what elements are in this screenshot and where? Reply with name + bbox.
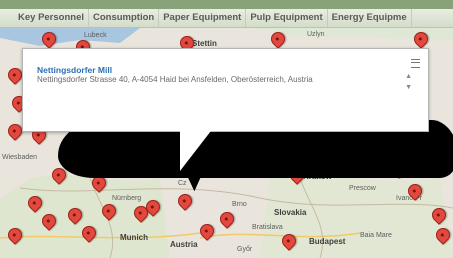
tab-pulp-equipment[interactable]: Pulp Equipment xyxy=(246,9,328,27)
scroll-up-icon[interactable]: ▲ xyxy=(405,73,412,80)
map-label-gyor: Győr xyxy=(237,246,253,253)
info-window-tail xyxy=(180,127,214,171)
map-label-bratislava: Bratislava xyxy=(252,224,283,231)
map-label-slovakia: Slovakia xyxy=(274,208,307,217)
map-label-lubeck: Lubeck xyxy=(84,32,107,39)
map-label-munich: Munich xyxy=(120,233,148,242)
tab-paper-equipment[interactable]: Paper Equipment xyxy=(159,9,247,27)
map-label-baia-mare: Baia Mare xyxy=(360,232,392,239)
map-label-stettin: Stettin xyxy=(192,39,217,48)
info-window: Nettingsdorfer Mill Nettingsdorfer Stras… xyxy=(22,48,429,132)
app-frame: Key Personnel Consumption Paper Equipmen… xyxy=(0,0,453,258)
tab-energy-equipment[interactable]: Energy Equipme xyxy=(328,9,412,27)
tab-bar: Key Personnel Consumption Paper Equipmen… xyxy=(0,9,453,28)
tab-key-personnel[interactable]: Key Personnel xyxy=(0,9,89,27)
close-icon[interactable] xyxy=(411,59,420,68)
map-label-prescow: Prescow xyxy=(349,185,376,192)
map-label-uzlyn: Uzlyn xyxy=(307,31,325,38)
map-label-wiesbaden: Wiesbaden xyxy=(2,154,38,161)
info-window-title[interactable]: Nettingsdorfer Mill xyxy=(37,65,112,75)
top-strip xyxy=(0,0,453,9)
map-label-austria: Austria xyxy=(170,240,198,249)
info-window-address: Nettingsdorfer Strasse 40, A-4054 Haid b… xyxy=(37,75,313,84)
tab-consumption[interactable]: Consumption xyxy=(89,9,160,27)
map-label-budapest: Budapest xyxy=(309,237,346,246)
map-label-brno: Brno xyxy=(232,201,247,208)
scroll-down-icon[interactable]: ▼ xyxy=(405,84,412,91)
map-label-nurnberg: Nürnberg xyxy=(112,195,142,202)
